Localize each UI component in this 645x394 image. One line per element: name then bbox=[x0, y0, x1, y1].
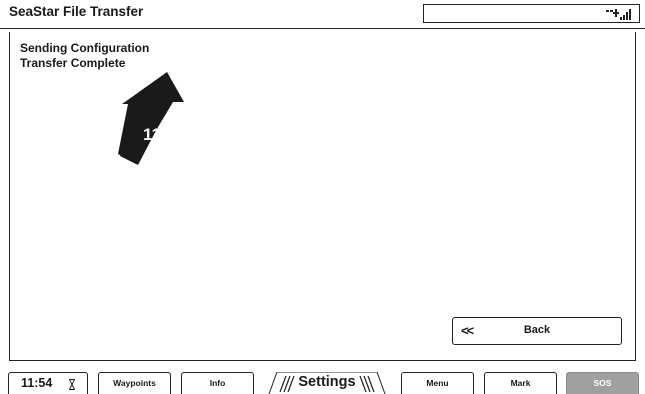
sos-label: SOS bbox=[593, 378, 612, 388]
waypoints-softkey[interactable]: Waypoints bbox=[98, 372, 171, 394]
info-label: Info bbox=[209, 378, 226, 388]
result-message: Transfer Complete bbox=[20, 56, 126, 70]
menu-softkey[interactable]: Menu bbox=[401, 372, 474, 394]
sos-softkey[interactable]: SOS bbox=[566, 372, 639, 394]
callout-number: 11 bbox=[143, 125, 161, 144]
clock-time: 11:54 bbox=[21, 376, 53, 390]
mark-softkey[interactable]: Mark bbox=[484, 372, 557, 394]
status-field bbox=[423, 4, 640, 23]
signal-strength-icon bbox=[606, 9, 631, 20]
mark-label: Mark bbox=[510, 378, 531, 388]
waypoints-label: Waypoints bbox=[113, 378, 156, 388]
content-panel: Sending Configuration Transfer Complete … bbox=[9, 32, 636, 361]
app-title: SeaStar File Transfer bbox=[9, 4, 144, 19]
back-button-label: Back bbox=[523, 324, 551, 336]
callout-arrow-icon bbox=[118, 72, 184, 165]
time-softkey[interactable]: 11:54 bbox=[8, 372, 88, 394]
settings-label: Settings bbox=[298, 374, 356, 390]
title-bar: SeaStar File Transfer bbox=[0, 0, 645, 29]
hourglass-icon bbox=[69, 379, 75, 390]
menu-label: Menu bbox=[426, 378, 449, 388]
info-softkey[interactable]: Info bbox=[181, 372, 254, 394]
settings-softkey[interactable]: Settings bbox=[261, 372, 393, 394]
callout-marker: 11 bbox=[118, 72, 188, 166]
status-message: Sending Configuration bbox=[20, 41, 150, 55]
back-button[interactable]: << Back bbox=[452, 317, 622, 345]
